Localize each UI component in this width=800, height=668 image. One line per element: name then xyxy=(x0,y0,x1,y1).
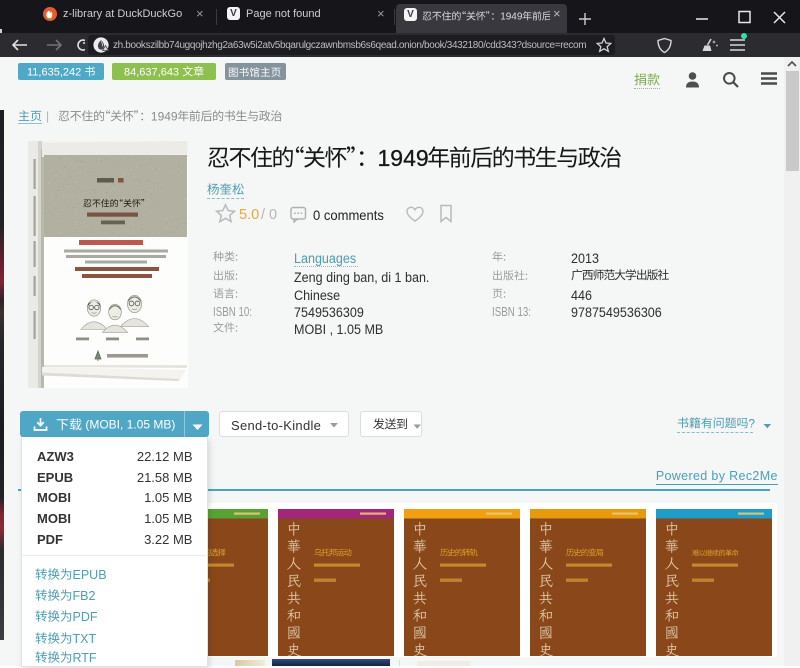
svg-text:FB2: FB2 xyxy=(73,589,96,603)
svg-text:1949: 1949 xyxy=(500,11,523,22)
svg-text:?: ? xyxy=(748,416,755,430)
svg-text:11,635,242: 11,635,242 xyxy=(27,66,84,78)
svg-text:(MOBI, 1.05 MB): (MOBI, 1.05 MB) xyxy=(82,418,175,432)
svg-text:RTF: RTF xyxy=(73,651,97,665)
svg-text:1949: 1949 xyxy=(151,109,178,123)
svg-text:84,637,643: 84,637,643 xyxy=(124,66,182,78)
svg-text:PDF: PDF xyxy=(73,610,98,624)
svg-text:TXT: TXT xyxy=(73,631,97,645)
svg-text:EPUB: EPUB xyxy=(73,567,107,581)
svg-text:1949: 1949 xyxy=(378,144,429,170)
